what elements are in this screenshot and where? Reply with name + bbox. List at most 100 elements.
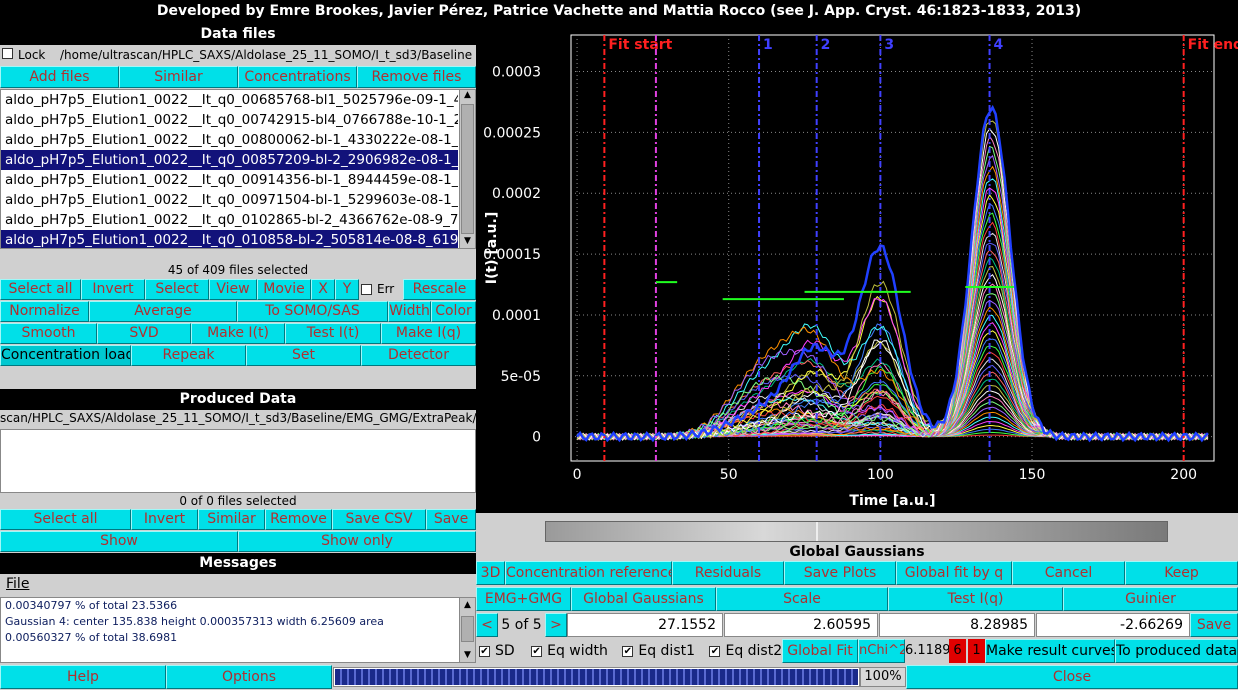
plot-area[interactable]: 0 50 100 150 200 0 5e-05 0.0001 0.00015 0.0002 0.0… bbox=[476, 23, 1238, 513]
produced-path: scan/HPLC_SAXS/Aldolase_25_11_SOMO/I_t_s… bbox=[0, 411, 476, 425]
intensity-curve bbox=[576, 345, 1209, 439]
eq-dist2-toggle[interactable]: ✔ Eq dist2 bbox=[709, 643, 782, 659]
marker-label: Fit end bbox=[1188, 37, 1238, 53]
global-fit-button[interactable]: Global Fit bbox=[782, 639, 858, 663]
file-list-item[interactable]: aldo_pH7p5_Elution1_0022__It_q0_00857209… bbox=[1, 150, 458, 170]
color-button[interactable]: Color bbox=[431, 301, 476, 322]
red-indicator-2: 1 bbox=[968, 639, 985, 663]
files-scrollbar[interactable]: ▲ ▼ bbox=[459, 90, 475, 248]
scroll-up-icon[interactable]: ▲ bbox=[460, 90, 475, 102]
eq-dist2-label: Eq dist2 bbox=[725, 643, 783, 659]
next-gaussian-button[interactable]: > bbox=[545, 613, 567, 637]
file-list-item[interactable]: aldo_pH7p5_Elution1_0022__It_q0_00685768… bbox=[1, 90, 458, 110]
file-list-item[interactable]: aldo_pH7p5_Elution1_0022__It_q0_0102865-… bbox=[1, 210, 458, 230]
svd-button[interactable]: SVD bbox=[97, 323, 191, 344]
select-all-button[interactable]: Select all bbox=[0, 279, 81, 300]
produced-invert-button[interactable]: Invert bbox=[131, 509, 198, 530]
file-list-item[interactable]: aldo_pH7p5_Elution1_0022__It_q0_00800062… bbox=[1, 130, 458, 150]
smooth-button[interactable]: Smooth bbox=[0, 323, 97, 344]
save-plots-button[interactable]: Save Plots bbox=[784, 561, 896, 585]
file-list-item[interactable]: aldo_pH7p5_Elution1_0022__It_q0_00971504… bbox=[1, 190, 458, 210]
detector-button[interactable]: Detector bbox=[361, 345, 476, 366]
save-csv-button[interactable]: Save CSV bbox=[332, 509, 426, 530]
global-fit-by-q-button[interactable]: Global fit by q bbox=[896, 561, 1012, 585]
view-button[interactable]: View bbox=[209, 279, 257, 300]
file-list-item[interactable]: aldo_pH7p5_Elution1_0022__It_q0_00914356… bbox=[1, 170, 458, 190]
err-toggle[interactable]: Err bbox=[359, 279, 403, 300]
concentrations-button[interactable]: Concentrations bbox=[238, 66, 357, 88]
gaussian-center-field[interactable]: 27.1552 bbox=[567, 613, 723, 637]
remove-files-button[interactable]: Remove files bbox=[357, 66, 476, 88]
slider-handle[interactable] bbox=[816, 522, 818, 541]
eq-dist1-toggle[interactable]: ✔ Eq dist1 bbox=[622, 643, 695, 659]
scroll-thumb[interactable] bbox=[461, 104, 474, 234]
repeak-button[interactable]: Repeak bbox=[131, 345, 246, 366]
gaussian-height-field[interactable]: 2.60595 bbox=[724, 613, 878, 637]
produced-files-list[interactable] bbox=[0, 429, 476, 493]
produced-save-button[interactable]: Save bbox=[426, 509, 476, 530]
scroll-down-icon[interactable]: ▼ bbox=[460, 650, 475, 660]
produced-select-all-button[interactable]: Select all bbox=[0, 509, 131, 530]
lock-checkbox[interactable] bbox=[2, 48, 13, 59]
gaussian-dist-field[interactable]: -2.66269 bbox=[1036, 613, 1190, 637]
guinier-button[interactable]: Guinier bbox=[1063, 587, 1238, 611]
make-iq-button[interactable]: Make I(q) bbox=[381, 323, 476, 344]
show-only-button[interactable]: Show only bbox=[238, 531, 476, 552]
select-button[interactable]: Select bbox=[145, 279, 209, 300]
scale-button[interactable]: Scale bbox=[716, 587, 888, 611]
normalize-button[interactable]: Normalize bbox=[0, 301, 89, 322]
curve-slider[interactable] bbox=[545, 521, 1168, 542]
test-it-button[interactable]: Test I(t) bbox=[285, 323, 381, 344]
x-button[interactable]: X bbox=[311, 279, 335, 300]
movie-button[interactable]: Movie bbox=[257, 279, 311, 300]
gaussian-save-button[interactable]: Save bbox=[1190, 613, 1238, 637]
test-iq-button[interactable]: Test I(q) bbox=[888, 587, 1063, 611]
progress-bar bbox=[333, 667, 860, 687]
add-files-button[interactable]: Add files bbox=[0, 66, 119, 88]
data-files-list[interactable]: aldo_pH7p5_Elution1_0022__It_q0_00685768… bbox=[0, 89, 476, 249]
err-checkbox[interactable] bbox=[361, 284, 372, 295]
sd-toggle[interactable]: ✔ SD bbox=[479, 643, 515, 659]
concentration-reference-button[interactable]: Concentration reference bbox=[505, 561, 672, 585]
cancel-button[interactable]: Cancel bbox=[1012, 561, 1125, 585]
average-button[interactable]: Average bbox=[89, 301, 237, 322]
prev-gaussian-button[interactable]: < bbox=[476, 613, 498, 637]
y-button[interactable]: Y bbox=[335, 279, 359, 300]
nchi-button[interactable]: nChi^2 bbox=[858, 639, 905, 663]
messages-file-menu[interactable]: File bbox=[6, 576, 29, 592]
file-list-item[interactable]: aldo_pH7p5_Elution1_0022__It_q0_00742915… bbox=[1, 110, 458, 130]
scroll-up-icon[interactable]: ▲ bbox=[460, 600, 475, 610]
width-button[interactable]: Width bbox=[388, 301, 431, 322]
x-tick-label: 150 bbox=[1019, 467, 1046, 483]
produced-remove-button[interactable]: Remove bbox=[265, 509, 332, 530]
to-somo-sas-button[interactable]: To SOMO/SAS bbox=[237, 301, 388, 322]
rescale-button[interactable]: Rescale bbox=[403, 279, 476, 300]
residuals-button[interactable]: Residuals bbox=[672, 561, 784, 585]
make-it-button[interactable]: Make I(t) bbox=[191, 323, 285, 344]
emg-gmg-button[interactable]: EMG+GMG bbox=[476, 587, 571, 611]
similar-button[interactable]: Similar bbox=[119, 66, 238, 88]
scroll-thumb[interactable] bbox=[461, 616, 474, 642]
intensity-curve bbox=[576, 154, 1209, 441]
global-gaussians-button[interactable]: Global Gaussians bbox=[571, 587, 716, 611]
produced-similar-button[interactable]: Similar bbox=[198, 509, 265, 530]
show-button[interactable]: Show bbox=[0, 531, 238, 552]
eq-width-toggle[interactable]: ✔ Eq width bbox=[531, 643, 608, 659]
file-list-item[interactable]: aldo_pH7p5_Elution1_0022__It_q0_010858-b… bbox=[1, 230, 458, 248]
gaussian-width-field[interactable]: 8.28985 bbox=[879, 613, 1035, 637]
set-button[interactable]: Set bbox=[246, 345, 361, 366]
message-line: Gaussian 4: center 135.838 height 0.0003… bbox=[5, 615, 384, 628]
options-button[interactable]: Options bbox=[166, 665, 332, 689]
close-button[interactable]: Close bbox=[906, 665, 1238, 689]
make-result-curves-button[interactable]: Make result curves bbox=[985, 639, 1115, 663]
keep-button[interactable]: Keep bbox=[1125, 561, 1238, 585]
x-tick-label: 0 bbox=[573, 467, 582, 483]
to-produced-data-button[interactable]: To produced data bbox=[1115, 639, 1238, 663]
concentration-load-button[interactable]: Concentration load bbox=[0, 345, 131, 366]
red-indicator-1: 6 bbox=[949, 639, 966, 663]
scroll-down-icon[interactable]: ▼ bbox=[460, 236, 475, 248]
invert-button[interactable]: Invert bbox=[81, 279, 145, 300]
3d-button[interactable]: 3D bbox=[476, 561, 505, 585]
help-button[interactable]: Help bbox=[0, 665, 166, 689]
messages-scrollbar[interactable]: ▲ ▼ bbox=[459, 598, 475, 662]
